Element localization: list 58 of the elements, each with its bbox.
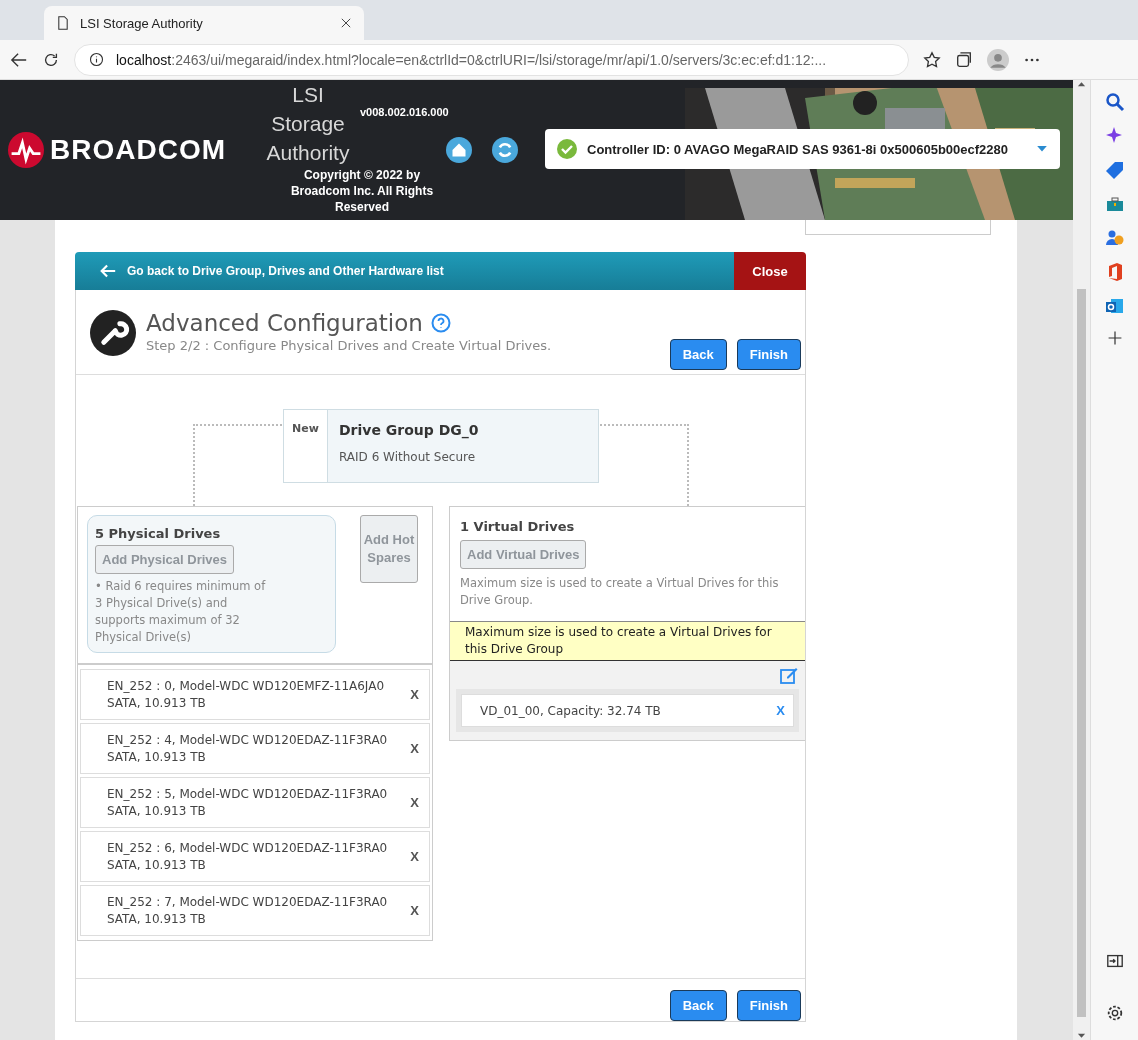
info-icon bbox=[89, 52, 104, 67]
remove-button[interactable]: X bbox=[410, 741, 419, 756]
virtual-drives-title: 1 Virtual Drives bbox=[460, 519, 576, 534]
search-field[interactable] bbox=[805, 220, 991, 235]
mail-icon[interactable] bbox=[1104, 296, 1125, 316]
close-icon[interactable] bbox=[340, 17, 352, 29]
profile-icon[interactable] bbox=[987, 48, 1009, 71]
remove-button[interactable]: X bbox=[410, 687, 419, 702]
drive-text: EN_252 : 4, Model-WDC WD120EDAZ-11F3RA0 SATA, 10.913 TB bbox=[107, 731, 389, 766]
toolbox-icon[interactable] bbox=[1104, 194, 1125, 214]
arrow-left-icon bbox=[99, 262, 117, 280]
back-link[interactable]: Go back to Drive Group, Drives and Other Hardware list bbox=[75, 252, 734, 290]
collections-icon[interactable] bbox=[955, 50, 973, 69]
warning-message: Maximum size is used to create a Virtual Drives for this Drive Group bbox=[450, 622, 805, 661]
raid-requirement-note: • Raid 6 requires minimum of 3 Physical Drive(s) and supports maximum of 32 Physical Drive(s) bbox=[95, 578, 267, 646]
app-name: LSI Storage Authority bbox=[265, 82, 351, 166]
settings-icon[interactable] bbox=[1105, 1004, 1124, 1022]
document-icon bbox=[56, 16, 70, 30]
browser-tab[interactable]: LSI Storage Authority bbox=[44, 6, 364, 40]
close-button[interactable]: Close bbox=[734, 252, 806, 290]
controller-dropdown[interactable]: Controller ID: 0 AVAGO MegaRAID SAS 9361-8i 0x500605b00ecf2280 bbox=[545, 129, 1060, 169]
tab-title: LSI Storage Authority bbox=[80, 15, 204, 31]
raid-level-text: RAID 6 Without Secure bbox=[339, 450, 477, 464]
wrench-icon bbox=[90, 310, 136, 356]
remove-button[interactable]: X bbox=[410, 903, 419, 918]
scroll-down-icon[interactable] bbox=[1077, 1031, 1086, 1040]
page-title: Advanced Configuration bbox=[146, 310, 423, 336]
step-subtitle: Step 2/2 : Configure Physical Drives and Create Virtual Drives. bbox=[146, 338, 553, 353]
edit-icon[interactable] bbox=[779, 665, 799, 685]
drive-text: EN_252 : 6, Model-WDC WD120EDAZ-11F3RA0 SATA, 10.913 TB bbox=[107, 839, 389, 874]
drive-text: EN_252 : 0, Model-WDC WD120EMFZ-11A6JA0 SATA, 10.913 TB bbox=[107, 677, 386, 712]
sidebar-toggle-icon[interactable] bbox=[1105, 952, 1124, 970]
drive-group-name: Drive Group DG_0 bbox=[339, 422, 480, 438]
refresh-icon[interactable] bbox=[492, 137, 518, 163]
drive-text: EN_252 : 5, Model-WDC WD120EDAZ-11F3RA0 SATA, 10.913 TB bbox=[107, 785, 389, 820]
remove-button[interactable]: X bbox=[410, 795, 419, 810]
search-icon[interactable] bbox=[1104, 92, 1125, 112]
home-icon[interactable] bbox=[446, 137, 472, 163]
help-icon[interactable] bbox=[430, 313, 451, 333]
url-text: localhost:2463/ui/megaraid/index.html?locale=en&ctrlId=0&ctrlURI=/lsi/storage/mr/api/1.0/servers/3c:ec:ef:d1:12:... bbox=[116, 51, 827, 68]
plus-icon[interactable] bbox=[1106, 330, 1123, 346]
physical-drives-title: 5 Physical Drives bbox=[95, 526, 222, 541]
brand-logo: BROADCOM bbox=[50, 134, 226, 166]
remove-button[interactable]: X bbox=[776, 703, 785, 718]
version-text: v008.002.016.000 bbox=[360, 106, 449, 118]
scrollbar-thumb[interactable] bbox=[1077, 289, 1086, 1017]
remove-button[interactable]: X bbox=[410, 849, 419, 864]
logo-icon bbox=[8, 132, 44, 168]
virtual-drive-text: VD_01_00, Capacity: 32.74 TB bbox=[480, 703, 662, 718]
drive-text: EN_252 : 7, Model-WDC WD120EDAZ-11F3RA0 SATA, 10.913 TB bbox=[107, 893, 389, 928]
max-size-note: Maximum size is used to create a Virtual Drives for this Drive Group. bbox=[460, 575, 780, 609]
tag-icon[interactable] bbox=[1104, 160, 1125, 180]
people-icon[interactable] bbox=[1104, 228, 1125, 248]
favorites-icon[interactable] bbox=[923, 50, 941, 69]
address-field[interactable]: localhost:2463/ui/megaraid/index.html?locale=en&ctrlId=0&ctrlURI=/lsi/storage/mr/api/1.0/servers/3c:ec:ef:d1:12:... bbox=[74, 43, 909, 76]
copyright-text: Copyright © 2022 by Broadcom Inc. All Rights Reserved bbox=[289, 167, 435, 215]
check-icon bbox=[557, 139, 577, 159]
back-icon[interactable] bbox=[10, 50, 28, 69]
